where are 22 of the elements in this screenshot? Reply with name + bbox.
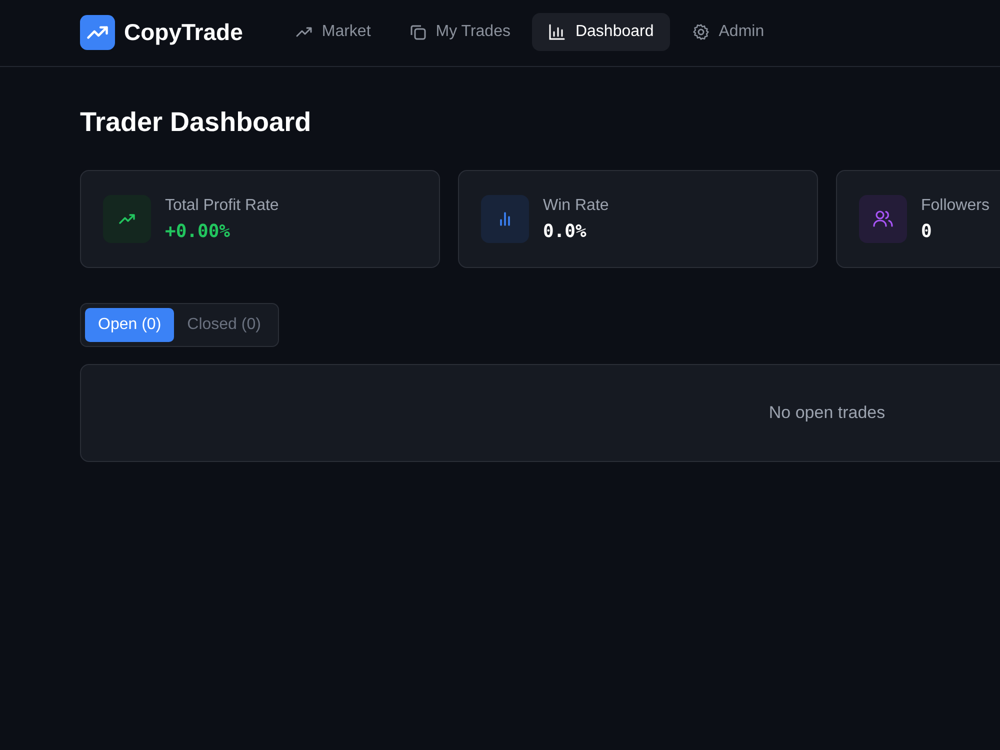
settings-icon — [692, 23, 710, 41]
empty-message: No open trades — [768, 403, 886, 423]
stat-value: 0.0% — [543, 220, 588, 242]
nav-link[interactable]: Market — [278, 13, 387, 51]
brand-name: CopyTrade — [124, 18, 243, 46]
stat-value: 0 — [921, 220, 933, 242]
bar-chart-icon — [548, 23, 566, 41]
tab[interactable]: Open (0) — [85, 308, 174, 342]
page-title: Trader Dashboard — [80, 107, 312, 138]
stat-value: +0.00% — [165, 220, 232, 242]
stat-icon — [859, 195, 907, 243]
stat-label: Total Profit Rate — [165, 196, 279, 214]
stat-icon — [481, 195, 529, 243]
logo-icon — [80, 14, 115, 50]
stat-label: Followers — [921, 196, 990, 214]
stat-icon — [103, 195, 151, 243]
nav-link[interactable]: Dashboard — [532, 13, 670, 51]
nav-link[interactable]: Admin — [676, 13, 780, 51]
stat-label: Win Rate — [543, 196, 609, 214]
tab[interactable]: Closed (0) — [174, 308, 274, 342]
nav-link[interactable]: My Trades — [392, 13, 526, 51]
copy-icon — [408, 23, 427, 41]
